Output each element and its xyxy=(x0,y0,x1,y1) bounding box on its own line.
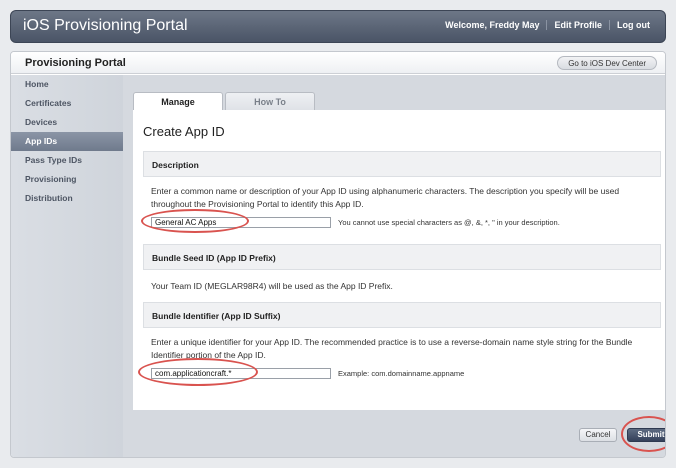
description-help-text: Enter a common name or description of yo… xyxy=(151,186,620,209)
top-nav: Welcome, Freddy May Edit Profile Log out xyxy=(438,20,657,30)
bundle-identifier-help-text: Enter a unique identifier for your App I… xyxy=(151,337,633,360)
tab-how-to[interactable]: How To xyxy=(225,92,315,110)
sidebar-item-app-ids[interactable]: App IDs xyxy=(11,132,123,151)
form-footer: Cancel Submit xyxy=(133,410,665,457)
top-bar: iOS Provisioning Portal Welcome, Freddy … xyxy=(10,10,666,43)
description-section-header: Description xyxy=(143,151,661,177)
portal-panel: Provisioning Portal Go to iOS Dev Center… xyxy=(10,51,666,458)
sidebar-item-distribution[interactable]: Distribution xyxy=(11,189,123,208)
dev-center-button[interactable]: Go to iOS Dev Center xyxy=(557,56,657,70)
sidebar-item-certificates[interactable]: Certificates xyxy=(11,94,123,113)
bundle-seed-text: Your Team ID (MEGLAR98R4) will be used a… xyxy=(151,281,393,291)
sidebar-item-pass-type-ids[interactable]: Pass Type IDs xyxy=(11,151,123,170)
logout-link[interactable]: Log out xyxy=(609,20,657,30)
bundle-identifier-hint: Example: com.domainname.appname xyxy=(338,369,465,378)
main-area: Manage How To Create App ID Description … xyxy=(123,75,665,457)
sidebar-item-devices[interactable]: Devices xyxy=(11,113,123,132)
description-hint: You cannot use special characters as @, … xyxy=(338,218,560,227)
page-title: Create App ID xyxy=(143,124,225,139)
sidebar-item-home[interactable]: Home xyxy=(11,75,123,94)
tab-bar: Manage How To xyxy=(133,92,317,110)
panel-title: Provisioning Portal xyxy=(25,57,126,69)
sidebar: Home Certificates Devices App IDs Pass T… xyxy=(11,75,123,457)
cancel-button[interactable]: Cancel xyxy=(579,428,617,442)
panel-header: Provisioning Portal Go to iOS Dev Center xyxy=(11,52,665,74)
app-title: iOS Provisioning Portal xyxy=(23,17,188,34)
welcome-text: Welcome, Freddy May xyxy=(445,20,540,30)
bundle-seed-section-header: Bundle Seed ID (App ID Prefix) xyxy=(143,244,661,270)
bundle-identifier-highlight-oval xyxy=(138,358,258,386)
bundle-identifier-section-header: Bundle Identifier (App ID Suffix) xyxy=(143,302,661,328)
description-highlight-oval xyxy=(141,209,249,233)
create-app-id-form: Create App ID Description Enter a common… xyxy=(133,110,665,410)
edit-profile-link[interactable]: Edit Profile xyxy=(546,20,609,30)
tab-manage[interactable]: Manage xyxy=(133,92,223,110)
sidebar-item-provisioning[interactable]: Provisioning xyxy=(11,170,123,189)
submit-highlight-oval xyxy=(621,416,665,452)
